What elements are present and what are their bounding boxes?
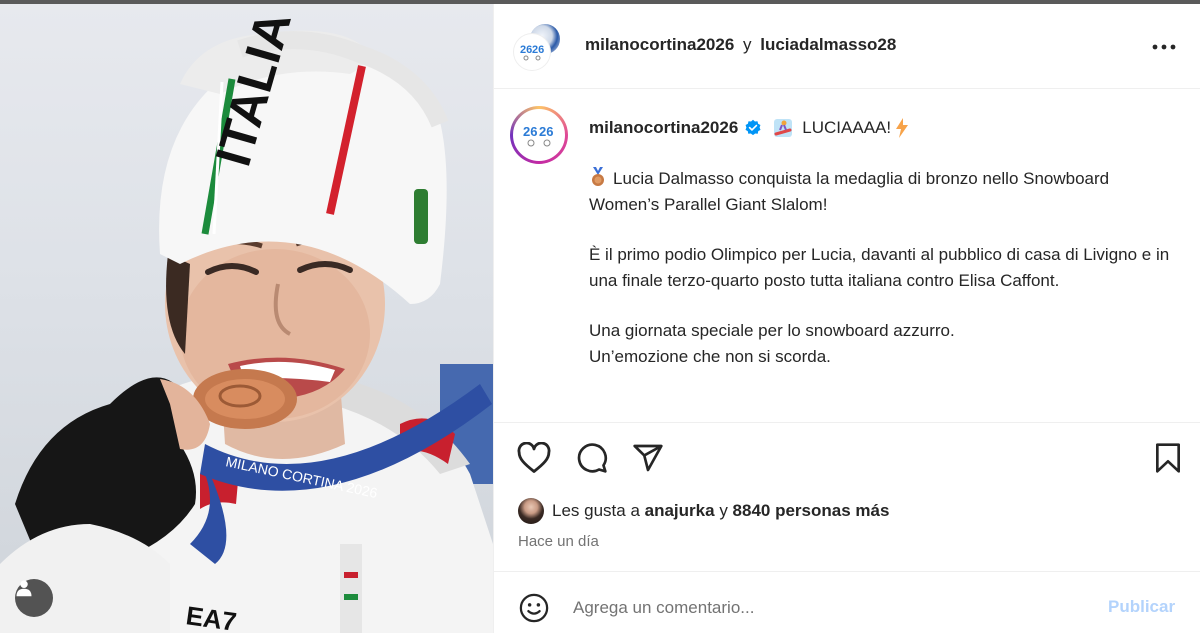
- caption-paragraph: Una giornata speciale per lo snowboard a…: [589, 321, 955, 340]
- caption-paragraph: Lucia Dalmasso conquista la medaglia di …: [589, 166, 1179, 217]
- collab-avatars[interactable]: 26 26: [514, 22, 566, 74]
- olympic-logo-icon: 26 26: [520, 44, 544, 61]
- comment-icon: [577, 443, 607, 473]
- caption-avatar: 26 26: [513, 109, 565, 161]
- comment-input[interactable]: [573, 594, 1073, 622]
- olympic-logo-icon: 26 26: [523, 124, 553, 147]
- publish-button[interactable]: Publicar: [1108, 597, 1175, 617]
- share-button[interactable]: [630, 440, 666, 476]
- emoji-button[interactable]: [516, 590, 552, 626]
- share-icon: [633, 444, 663, 472]
- post-timestamp[interactable]: Hace un día: [518, 533, 599, 550]
- save-button[interactable]: [1150, 440, 1186, 476]
- likes-connector: y: [719, 501, 728, 520]
- likes-count-link[interactable]: 8840 personas más: [733, 501, 890, 521]
- caption-paragraph: È il primo podio Olimpico per Lucia, dav…: [589, 245, 1170, 290]
- likes-prefix: Les gusta a: [552, 501, 640, 520]
- action-bar: [494, 434, 1200, 482]
- caption-title: LUCIAAAA!: [802, 118, 892, 137]
- svg-text:26: 26: [520, 44, 532, 56]
- liker-username[interactable]: anajurka: [645, 501, 715, 521]
- post-header: 26 26 milanocortina2026 y luciadalmasso2…: [494, 4, 1200, 89]
- more-options-icon: [1152, 44, 1176, 50]
- emoji-icon: [519, 593, 549, 623]
- collaborator-username[interactable]: luciadalmasso28: [760, 35, 896, 54]
- lightning-icon: [896, 118, 909, 138]
- comment-bar: Publicar: [494, 571, 1200, 633]
- header-names: milanocortina2026 y luciadalmasso28: [585, 35, 896, 55]
- user-tag-icon: [16, 580, 32, 597]
- caption-username[interactable]: milanocortina2026: [589, 118, 738, 138]
- author-avatar[interactable]: 26 26: [514, 34, 550, 70]
- like-button[interactable]: [516, 440, 552, 476]
- bronze-medal-icon: [592, 167, 604, 186]
- header-connector: y: [743, 35, 752, 54]
- caption-area: 26 26 milanocortina2026 LUCIAAAA! Lucia …: [494, 90, 1200, 423]
- heart-icon: [517, 442, 551, 473]
- caption-paragraph: Un’emozione che non si scorda.: [589, 346, 831, 366]
- user-tag-button[interactable]: [15, 579, 53, 617]
- photo-illustration: ITALIA MILANO CORTINA 2026 EA7: [0, 5, 493, 633]
- caption-heading: milanocortina2026 LUCIAAAA!: [589, 117, 909, 139]
- likes-summary: Les gusta a anajurka y 8840 personas más: [518, 498, 889, 524]
- bookmark-icon: [1156, 443, 1180, 473]
- post-photo[interactable]: ITALIA MILANO CORTINA 2026 EA7: [0, 4, 493, 633]
- svg-text:26: 26: [532, 44, 544, 56]
- svg-text:26: 26: [523, 124, 537, 139]
- post-panel: 26 26 milanocortina2026 y luciadalmasso2…: [493, 4, 1200, 633]
- liker-avatar[interactable]: [518, 498, 544, 524]
- svg-text:26: 26: [539, 124, 553, 139]
- comment-button[interactable]: [574, 440, 610, 476]
- caption-avatar-ring[interactable]: 26 26: [510, 106, 568, 164]
- verified-badge-icon: [745, 119, 761, 136]
- caption-text-1: Lucia Dalmasso conquista la medaglia di …: [589, 169, 1110, 214]
- author-username[interactable]: milanocortina2026: [585, 35, 734, 54]
- jacket-logo: EA7: [184, 600, 238, 633]
- snowboarder-icon: [774, 119, 793, 137]
- caption-body: Lucia Dalmasso conquista la medaglia di …: [589, 166, 1179, 369]
- more-options-button[interactable]: [1149, 33, 1179, 61]
